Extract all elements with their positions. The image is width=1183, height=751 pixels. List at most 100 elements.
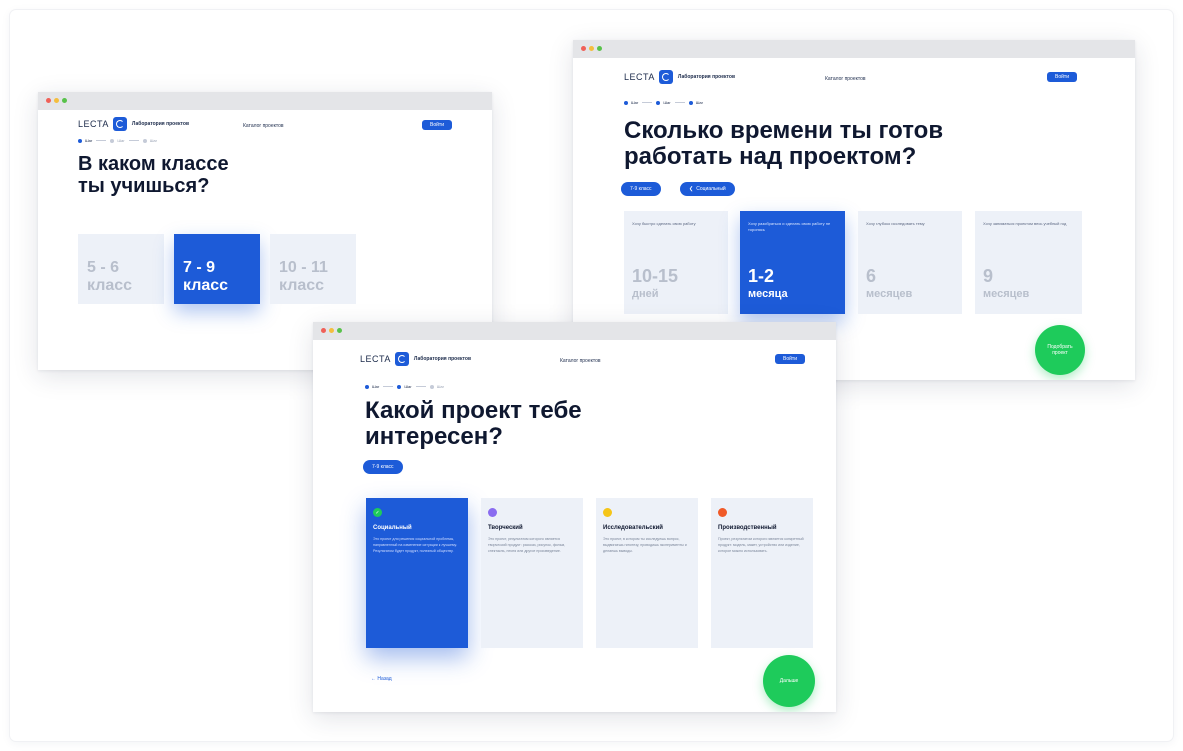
grade-unit: класс [183, 277, 229, 294]
page-title: Сколько времени ты готов работать над пр… [624, 117, 944, 170]
step-dot [624, 100, 628, 105]
enter-button[interactable]: Войти [422, 120, 452, 130]
maximize-dot[interactable] [337, 328, 342, 333]
step-divider [642, 102, 653, 103]
grade-range: 5 - 6 [87, 259, 120, 276]
option-value: 6 [866, 266, 877, 286]
option-unit: месяца [748, 288, 788, 300]
grade-unit: класс [279, 277, 325, 294]
project-type-production[interactable]: Производственный Проект, результатом кот… [711, 498, 813, 648]
project-type-desc: Это проект для решения социальной пробле… [373, 537, 457, 553]
grade-unit: класс [87, 277, 133, 294]
grade-range: 10 - 11 [279, 259, 328, 276]
back-link[interactable]: ← Назад [371, 676, 392, 682]
time-option-10-15[interactable]: Хочу быстро сделать свою работу 10-15 дн… [624, 211, 728, 314]
step-dot [142, 138, 147, 143]
step-dot [688, 100, 693, 105]
window-controls [581, 46, 602, 51]
enter-button[interactable]: Войти [1047, 72, 1077, 82]
option-unit: месяцев [866, 288, 913, 300]
minimize-dot[interactable] [54, 98, 59, 103]
step-progress: Шаг Шаг Шаг [624, 100, 703, 105]
window-chrome [38, 92, 492, 110]
step-2: Шаг [397, 384, 412, 389]
lecta-logo[interactable]: LECTA [360, 354, 391, 364]
minimize-dot[interactable] [589, 46, 594, 51]
option-note: Хочу глубоко исследовать тему [866, 221, 925, 226]
close-dot[interactable] [321, 328, 326, 333]
page-title: В каком классе ты учишься? [78, 153, 229, 197]
step-dot [397, 384, 402, 389]
window-controls [46, 98, 67, 103]
grade-range: 7 - 9 [183, 259, 216, 276]
step-3: Шаг [429, 384, 444, 389]
step-2: Шаг [656, 100, 671, 105]
step-dot [365, 384, 369, 389]
project-type-name: Социальный [373, 525, 412, 531]
grade-chip[interactable]: 7-9 класс [621, 182, 661, 196]
project-type-desc: Проект, результатом которого является ко… [718, 537, 804, 553]
project-type-social[interactable]: ✓ Социальный Это проект для решения соци… [366, 498, 468, 648]
next-button[interactable]: Дальше [763, 655, 815, 707]
grade-option-7-9[interactable]: 7 - 9 класс [174, 234, 260, 304]
lecta-logo[interactable]: LECTA [624, 72, 655, 82]
production-icon [718, 508, 727, 517]
project-type-name: Исследовательский [603, 525, 663, 531]
window-chrome [313, 322, 836, 340]
window-chrome [573, 40, 1135, 58]
step-progress: Шаг Шаг Шаг [365, 384, 444, 389]
option-value: 1-2 [748, 266, 775, 286]
logo-icon [394, 352, 409, 366]
back-arrow-icon: ❮ [689, 186, 694, 192]
option-unit: дней [632, 288, 659, 300]
creative-icon [488, 508, 497, 517]
type-chip[interactable]: ❮ Социальный [680, 182, 735, 196]
minimize-dot[interactable] [329, 328, 334, 333]
lab-title: Лаборатория проектов [131, 121, 190, 127]
step-dot [429, 384, 434, 389]
time-option-6[interactable]: Хочу глубоко исследовать тему 6 месяцев [858, 211, 962, 314]
step-divider [383, 386, 394, 387]
step-dot [110, 138, 115, 143]
step-2: Шаг [110, 138, 125, 143]
step-divider [415, 386, 426, 387]
option-note: Хочу заниматься проектом весь учебный го… [983, 221, 1067, 226]
option-note: Хочу разобраться и сделать свою работу н… [748, 221, 831, 232]
project-type-name: Творческий [488, 525, 523, 531]
step-dot [656, 100, 661, 105]
research-icon [603, 508, 612, 517]
grade-option-5-6[interactable]: 5 - 6 класс [78, 234, 164, 304]
lab-title: Лаборатория проектов [677, 74, 736, 80]
page-title: Какой проект тебе интересен? [365, 397, 582, 450]
time-option-1-2[interactable]: Хочу разобраться и сделать свою работу н… [740, 211, 845, 314]
grade-chip[interactable]: 7-9 класс [363, 460, 403, 474]
window-type: LECTA Лаборатория проектов Каталог проек… [313, 322, 836, 712]
window-controls [321, 328, 342, 333]
option-value: 9 [983, 266, 994, 286]
project-type-name: Производственный [718, 525, 777, 531]
catalog-link[interactable]: Каталог проектов [560, 358, 601, 364]
catalog-link[interactable]: Каталог проектов [825, 76, 866, 82]
project-type-research[interactable]: Исследовательский Это проект, в котором … [596, 498, 698, 648]
maximize-dot[interactable] [597, 46, 602, 51]
step-1: Шаг [624, 100, 638, 105]
lecta-logo[interactable]: LECTA [78, 119, 109, 129]
catalog-link[interactable]: Каталог проектов [243, 123, 284, 129]
maximize-dot[interactable] [62, 98, 67, 103]
project-type-creative[interactable]: Творческий Это проект, результатом котор… [481, 498, 583, 648]
close-dot[interactable] [46, 98, 51, 103]
project-type-desc: Это проект, в котором ты исследуешь вопр… [603, 537, 687, 553]
step-divider [674, 102, 685, 103]
step-1: Шаг [365, 384, 379, 389]
social-icon: ✓ [373, 508, 382, 517]
step-3: Шаг [688, 100, 703, 105]
lab-title: Лаборатория проектов [413, 356, 472, 362]
enter-button[interactable]: Войти [775, 354, 805, 364]
step-3: Шаг [142, 138, 157, 143]
step-progress: Шаг Шаг Шаг [78, 138, 157, 143]
time-option-9[interactable]: Хочу заниматься проектом весь учебный го… [975, 211, 1082, 314]
step-dot [78, 138, 82, 143]
pick-project-button[interactable]: Подобрать проект [1035, 325, 1085, 375]
close-dot[interactable] [581, 46, 586, 51]
grade-option-10-11[interactable]: 10 - 11 класс [270, 234, 356, 304]
